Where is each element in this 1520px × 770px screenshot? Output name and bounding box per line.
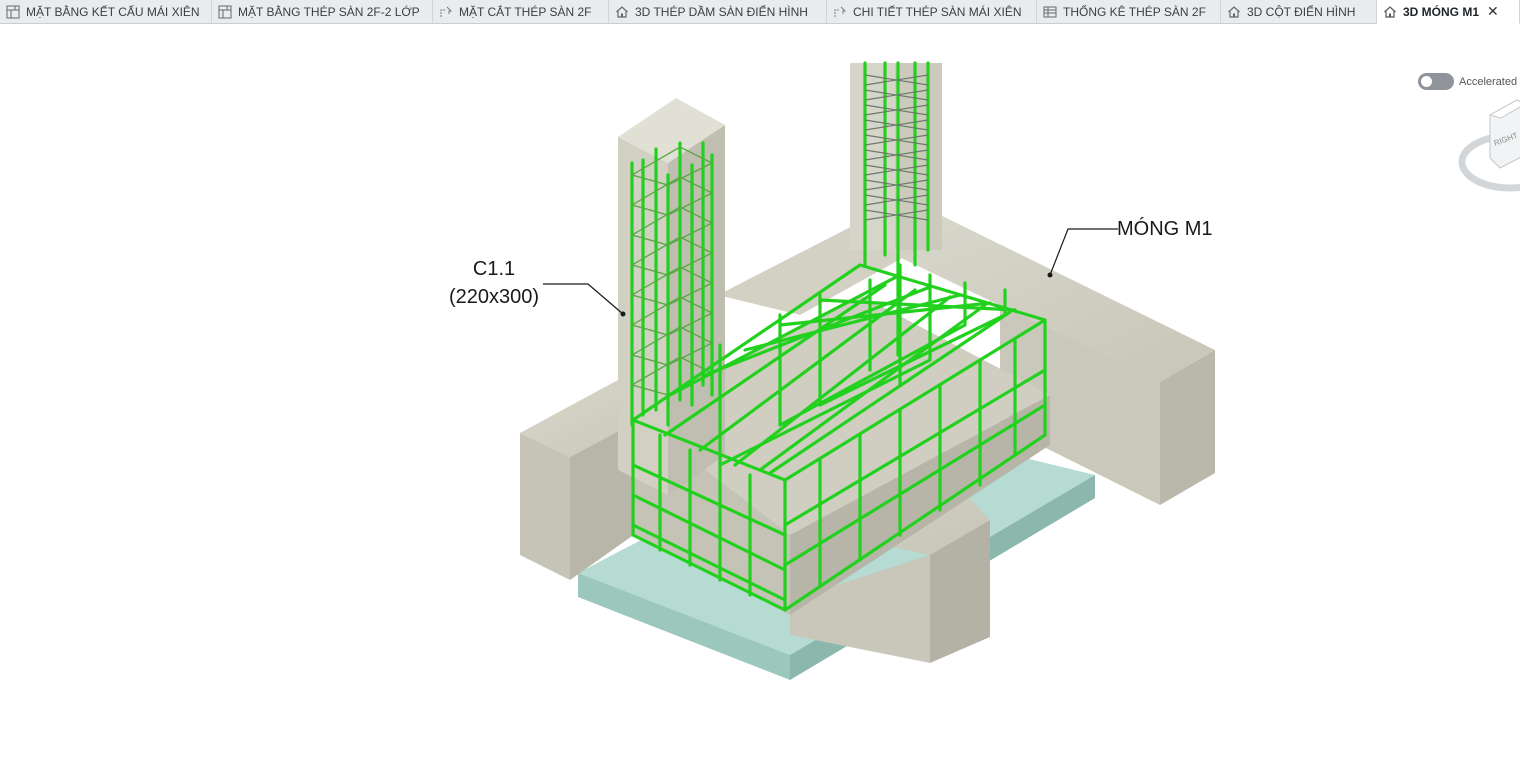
- tab-label: MẶT BẰNG THÉP SÀN 2F-2 LỚP: [238, 5, 420, 19]
- tab-mat-bang-thep-san-2f-2-lop[interactable]: MẶT BẰNG THÉP SÀN 2F-2 LỚP: [212, 0, 433, 24]
- section-view-icon: [833, 5, 847, 19]
- section-view-icon: [439, 5, 453, 19]
- tab-mat-cat-thep-san-2f[interactable]: MẶT CẮT THÉP SÀN 2F: [433, 0, 609, 24]
- tab-label: THỐNG KÊ THÉP SÀN 2F: [1063, 5, 1206, 19]
- 3d-viewport[interactable]: Accelerated RIGHT C1.1 (220x300) MÓNG M1: [0, 25, 1520, 770]
- tab-3d-mong-m1[interactable]: 3D MÓNG M1 ✕: [1377, 0, 1520, 24]
- house-3d-icon: [615, 5, 629, 19]
- leader-dot: [620, 311, 626, 317]
- leader-dot: [1047, 272, 1053, 278]
- tab-3d-thep-dam-san-dien-hinh[interactable]: 3D THÉP DẦM SÀN ĐIỂN HÌNH: [609, 0, 827, 24]
- tab-label: MẶT BẰNG KẾT CẤU MÁI XIÊN: [26, 5, 200, 19]
- footing-tag[interactable]: MÓNG M1: [1117, 215, 1217, 243]
- column-size-text: (220x300): [448, 286, 540, 308]
- view-tab-bar: MẶT BẰNG KẾT CẤU MÁI XIÊN MẶT BẰNG THÉP …: [0, 0, 1520, 24]
- tab-label: MẶT CẮT THÉP SÀN 2F: [459, 5, 592, 19]
- tab-mat-bang-ket-cau-mai-xien[interactable]: MẶT BẰNG KẾT CẤU MÁI XIÊN: [0, 0, 212, 24]
- tab-label: 3D CỘT ĐIỂN HÌNH: [1247, 5, 1356, 19]
- house-3d-icon: [1227, 5, 1241, 19]
- tab-thong-ke-thep-san-2f[interactable]: THỐNG KÊ THÉP SÀN 2F: [1037, 0, 1221, 24]
- floor-plan-icon: [218, 5, 232, 19]
- tab-label: 3D THÉP DẦM SÀN ĐIỂN HÌNH: [635, 5, 808, 19]
- column-tag[interactable]: C1.1 (220x300): [440, 255, 548, 311]
- foundation-3d-model: [520, 61, 1215, 680]
- schedule-icon: [1043, 5, 1057, 19]
- tab-3d-cot-dien-hinh[interactable]: 3D CỘT ĐIỂN HÌNH: [1221, 0, 1377, 24]
- close-icon[interactable]: ✕: [1487, 3, 1499, 20]
- footing-name-text: MÓNG M1: [1117, 218, 1213, 240]
- column-name-text: C1.1: [472, 258, 516, 280]
- floor-plan-icon: [6, 5, 20, 19]
- tab-label: 3D MÓNG M1: [1403, 4, 1480, 19]
- house-3d-icon: [1383, 5, 1397, 19]
- tab-label: CHI TIẾT THÉP SÀN MÁI XIÊN: [853, 5, 1022, 19]
- tab-chi-tiet-thep-san-mai-xien[interactable]: CHI TIẾT THÉP SÀN MÁI XIÊN: [827, 0, 1037, 24]
